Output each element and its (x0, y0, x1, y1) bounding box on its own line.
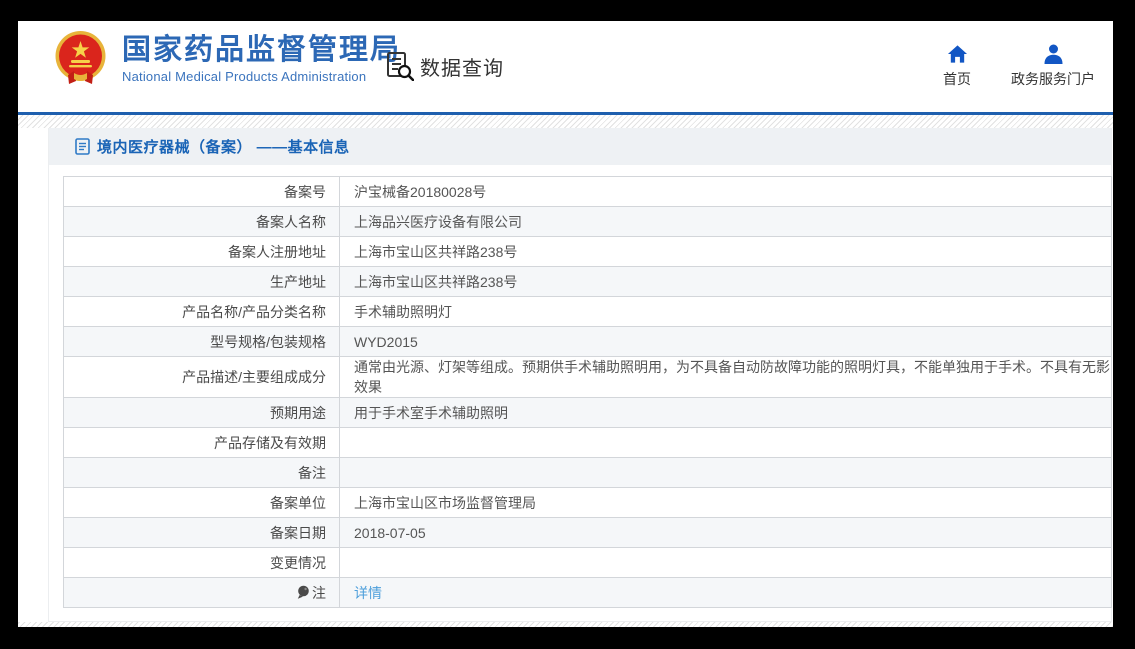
field-label: 备案人名称 (63, 206, 340, 237)
field-label: 产品描述/主要组成成分 (63, 356, 340, 398)
china-national-emblem-icon (55, 31, 106, 84)
browser-viewport: 国家药品监督管理局 National Medical Products Admi… (18, 21, 1113, 627)
table-row: 备案单位 上海市宝山区市场监督管理局 (63, 487, 1112, 518)
table-row: 型号规格/包装规格 WYD2015 (63, 326, 1112, 357)
field-label: 备案单位 (63, 487, 340, 518)
home-icon (947, 45, 967, 63)
field-label: 产品存储及有效期 (63, 427, 340, 458)
table-row: 生产地址 上海市宝山区共祥路238号 (63, 266, 1112, 297)
site-title-block: 国家药品监督管理局 National Medical Products Admi… (122, 33, 401, 84)
field-value: 2018-07-05 (339, 517, 1112, 548)
nav-item-portal[interactable]: 政务服务门户 (1011, 44, 1095, 89)
field-value: 上海市宝山区市场监督管理局 (339, 487, 1112, 518)
table-row: 预期用途 用于手术室手术辅助照明 (63, 397, 1112, 428)
table-row: 备案人名称 上海品兴医疗设备有限公司 (63, 206, 1112, 237)
field-label: 预期用途 (63, 397, 340, 428)
note-balloon-icon (297, 585, 309, 599)
field-label: 备案人注册地址 (63, 236, 340, 267)
table-row: 注详情 (63, 577, 1112, 608)
data-query-tab[interactable]: 数据查询 (386, 51, 504, 81)
record-table: 备案号 沪宝械备20180028号 备案人名称 上海品兴医疗设备有限公司 备案人注册地址… (63, 176, 1112, 608)
nav-item-home[interactable]: 首页 (943, 44, 971, 89)
table-row: 备注 (63, 457, 1112, 488)
site-logo[interactable]: 国家药品监督管理局 National Medical Products Admi… (54, 29, 401, 87)
top-nav: 首页 政务服务门户 (943, 44, 1095, 89)
content-panel: 境内医疗器械（备案） ——基本信息 备案号 沪宝械备20180028号 备案人名称上… (18, 128, 1113, 622)
table-row: 产品名称/产品分类名称 手术辅助照明灯 (63, 296, 1112, 327)
field-value: 上海市宝山区共祥路238号 (339, 236, 1112, 267)
field-value: 手术辅助照明灯 (339, 296, 1112, 327)
table-row: 产品描述/主要组成成分 通常由光源、灯架等组成。预期供手术辅助照明用，为不具备自动… (63, 356, 1112, 398)
field-label: 备案日期 (63, 517, 340, 548)
field-value (339, 427, 1112, 458)
field-value: 详情 (339, 577, 1112, 608)
field-value (339, 547, 1112, 578)
table-row: 变更情况 (63, 547, 1112, 578)
site-header: 国家药品监督管理局 National Medical Products Admi… (18, 21, 1113, 112)
nav-item-home-label: 首页 (943, 71, 971, 87)
page-title: 境内医疗器械（备案） ——基本信息 (97, 139, 350, 156)
table-row: 备案日期 2018-07-05 (63, 517, 1112, 548)
field-value (339, 457, 1112, 488)
field-value: 通常由光源、灯架等组成。预期供手术辅助照明用，为不具备自动防故障功能的照明灯具，… (339, 356, 1112, 398)
field-label: 生产地址 (63, 266, 340, 297)
field-label: 备案号 (63, 176, 340, 207)
nav-item-portal-label: 政务服务门户 (1011, 71, 1095, 87)
field-label: 注 (63, 577, 340, 608)
field-value: 用于手术室手术辅助照明 (339, 397, 1112, 428)
detail-link[interactable]: 详情 (354, 585, 382, 601)
site-title: 国家药品监督管理局 (122, 33, 402, 66)
record-card: 境内医疗器械（备案） ——基本信息 备案号 沪宝械备20180028号 备案人名称上… (48, 128, 1112, 622)
field-label: 变更情况 (63, 547, 340, 578)
site-subtitle: National Medical Products Administration (122, 68, 367, 84)
table-row: 备案人注册地址 上海市宝山区共祥路238号 (63, 236, 1112, 267)
screenshot-frame: 国家药品监督管理局 National Medical Products Admi… (0, 0, 1135, 649)
record-titlebar: 境内医疗器械（备案） ——基本信息 (49, 128, 1111, 165)
data-query-label: 数据查询 (420, 57, 504, 80)
field-label: 产品名称/产品分类名称 (63, 296, 340, 327)
table-row: 备案号 沪宝械备20180028号 (63, 176, 1112, 207)
person-icon (1044, 44, 1062, 64)
field-value: 上海品兴医疗设备有限公司 (339, 206, 1112, 237)
document-icon (75, 138, 90, 155)
field-label: 型号规格/包装规格 (63, 326, 340, 357)
field-label: 备注 (63, 457, 340, 488)
table-row: 产品存储及有效期 (63, 427, 1112, 458)
field-value: WYD2015 (339, 326, 1112, 357)
page-background: 境内医疗器械（备案） ——基本信息 备案号 沪宝械备20180028号 备案人名称上… (18, 115, 1113, 627)
document-search-icon (387, 52, 414, 81)
field-value: 沪宝械备20180028号 (339, 176, 1112, 207)
field-value: 上海市宝山区共祥路238号 (339, 266, 1112, 297)
